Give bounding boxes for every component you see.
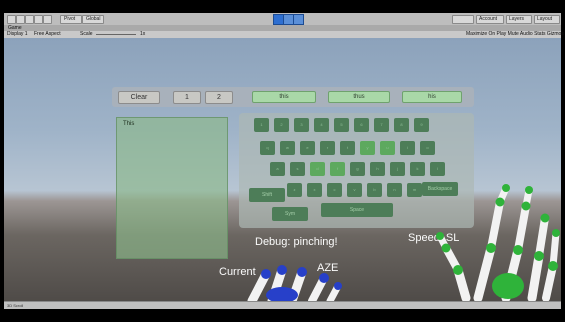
key-4[interactable]: 4 bbox=[314, 118, 329, 132]
key-7[interactable]: 7 bbox=[374, 118, 389, 132]
left-hand-model bbox=[247, 265, 342, 301]
key-s[interactable]: s bbox=[290, 162, 305, 176]
debug-status: Debug: pinching! bbox=[255, 236, 338, 248]
key-h[interactable]: h bbox=[370, 162, 385, 176]
text-output-box[interactable]: This bbox=[116, 117, 228, 259]
key-8[interactable]: 8 bbox=[394, 118, 409, 132]
space-key[interactable]: Space bbox=[321, 203, 393, 217]
key-i[interactable]: i bbox=[400, 141, 415, 155]
key-j[interactable]: j bbox=[390, 162, 405, 176]
aspect-dropdown[interactable]: Free Aspect bbox=[34, 31, 61, 38]
shift-key[interactable]: Shift bbox=[249, 188, 285, 202]
rect-tool-button[interactable] bbox=[43, 15, 52, 24]
key-c[interactable]: c bbox=[327, 183, 342, 197]
right-hand-model bbox=[436, 184, 560, 301]
status-bar-text: 3D Scroll bbox=[7, 303, 24, 308]
key-g[interactable]: g bbox=[350, 162, 365, 176]
suggestion-thus[interactable]: thus bbox=[328, 91, 390, 103]
editor-status-bar: 3D Scroll bbox=[4, 301, 561, 309]
key-6[interactable]: 6 bbox=[354, 118, 369, 132]
pivot-label: Pivot bbox=[64, 16, 76, 22]
layers-label: Layers bbox=[509, 16, 525, 22]
page-2-button[interactable]: 2 bbox=[205, 91, 233, 104]
layout-label: Layout bbox=[537, 16, 553, 22]
key-y[interactable]: y bbox=[360, 141, 375, 155]
key-d[interactable]: d bbox=[310, 162, 325, 176]
sym-key[interactable]: Sym bbox=[272, 207, 308, 221]
key-a[interactable]: a bbox=[270, 162, 285, 176]
key-k[interactable]: k bbox=[410, 162, 425, 176]
move-tool-button[interactable] bbox=[16, 15, 25, 24]
suggestion-his[interactable]: his bbox=[402, 91, 462, 103]
typed-text: This bbox=[123, 121, 135, 127]
hand-tool-button[interactable] bbox=[7, 15, 16, 24]
global-label: Global bbox=[86, 16, 101, 22]
scale-tool-button[interactable] bbox=[34, 15, 43, 24]
game-viewport[interactable]: Clear 1 2 this thus his This 123456789qw… bbox=[4, 38, 561, 301]
suggestion-this[interactable]: this bbox=[252, 91, 316, 103]
cloud-icon[interactable] bbox=[452, 15, 474, 24]
key-1[interactable]: 1 bbox=[254, 118, 269, 132]
key-2[interactable]: 2 bbox=[274, 118, 289, 132]
editor-frame: Pivot Global Account Layers Layout Game … bbox=[0, 0, 565, 322]
scale-label: Scale bbox=[80, 31, 93, 37]
display-dropdown[interactable]: Display 1 bbox=[7, 31, 28, 38]
key-z[interactable]: z bbox=[287, 183, 302, 197]
key-b[interactable]: b bbox=[367, 183, 382, 197]
key-v[interactable]: v bbox=[347, 183, 362, 197]
key-o[interactable]: o bbox=[420, 141, 435, 155]
game-view-options[interactable]: Maximize On Play Mute Audio Stats Gizmos bbox=[466, 31, 564, 38]
rotate-tool-button[interactable] bbox=[25, 15, 34, 24]
key-3[interactable]: 3 bbox=[294, 118, 309, 132]
key-5[interactable]: 5 bbox=[334, 118, 349, 132]
key-q[interactable]: q bbox=[260, 141, 275, 155]
key-x[interactable]: x bbox=[307, 183, 322, 197]
key-9[interactable]: 9 bbox=[414, 118, 429, 132]
step-button[interactable] bbox=[293, 14, 304, 25]
key-f[interactable]: f bbox=[330, 162, 345, 176]
key-r[interactable]: r bbox=[320, 141, 335, 155]
account-label: Account bbox=[479, 16, 498, 22]
clear-button[interactable]: Clear bbox=[118, 91, 160, 104]
key-w[interactable]: w bbox=[280, 141, 295, 155]
key-n[interactable]: n bbox=[387, 183, 402, 197]
page-1-button[interactable]: 1 bbox=[173, 91, 201, 104]
scale-slider[interactable] bbox=[96, 34, 136, 35]
scale-value: 1x bbox=[140, 31, 146, 37]
key-l[interactable]: l bbox=[430, 162, 445, 176]
key-m[interactable]: m bbox=[407, 183, 422, 197]
key-e[interactable]: e bbox=[300, 141, 315, 155]
key-t[interactable]: t bbox=[340, 141, 355, 155]
key-u[interactable]: u bbox=[380, 141, 395, 155]
